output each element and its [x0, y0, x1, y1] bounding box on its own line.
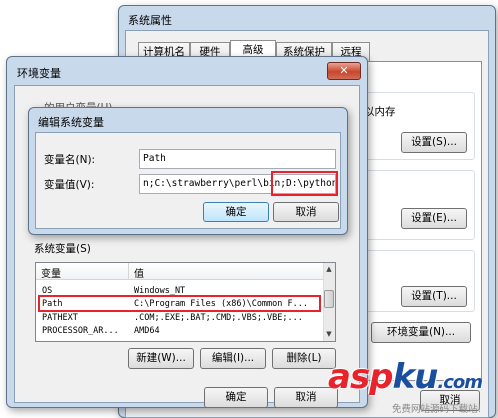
- startup-settings-button[interactable]: 设置(T)...: [401, 286, 467, 307]
- list-scrollbar-down-icon[interactable]: ▼: [324, 329, 334, 340]
- table-row-value[interactable]: AMD64: [134, 325, 322, 338]
- variable-value-label: 变量值(V):: [44, 179, 95, 191]
- watermark-logo: aspku.com: [328, 357, 483, 402]
- env-close-icon[interactable]: ✕: [327, 62, 361, 80]
- variable-name-field[interactable]: Path: [139, 149, 336, 169]
- list-header: [36, 263, 323, 280]
- system-properties-title: 系统属性: [128, 14, 172, 27]
- watermark-brand-com: .com: [437, 372, 483, 393]
- column-header-value[interactable]: 值: [134, 265, 144, 280]
- new-variable-button[interactable]: 新建(W)...: [128, 348, 194, 369]
- path-row-highlight: [38, 295, 321, 312]
- watermark-tagline: 免费网站源码下载站!: [392, 404, 482, 415]
- watermark-brand-asp: asp: [328, 357, 394, 397]
- table-row-name[interactable]: PROCESSOR_AR...: [42, 325, 126, 338]
- edit-variable-button[interactable]: 编辑(I)...: [200, 348, 266, 369]
- env-ok-button[interactable]: 确定: [204, 387, 268, 408]
- list-scrollbar-thumb[interactable]: [324, 290, 334, 308]
- column-divider: [128, 263, 129, 280]
- delete-variable-button[interactable]: 删除(L): [272, 348, 336, 369]
- table-row-value[interactable]: .COM;.EXE;.BAT;.CMD;.VBS;.VBE;...: [134, 312, 322, 325]
- table-row-name[interactable]: PATHEXT: [42, 312, 126, 325]
- memory-text: 以内存: [364, 106, 396, 118]
- performance-settings-button[interactable]: 设置(S)...: [401, 132, 467, 153]
- environment-variables-title: 环境变量: [17, 67, 61, 80]
- python-path-highlight: [271, 171, 338, 196]
- list-scrollbar-up-icon[interactable]: ▲: [324, 264, 334, 275]
- edit-ok-button[interactable]: 确定: [203, 202, 269, 222]
- edit-cancel-button[interactable]: 取消: [273, 202, 339, 222]
- environment-variables-button[interactable]: 环境变量(N)...: [371, 322, 471, 343]
- watermark-brand-ku: ku: [392, 357, 439, 397]
- edit-dialog-title: 编辑系统变量: [38, 116, 104, 129]
- system-variables-label: 系统变量(S): [34, 243, 91, 255]
- variable-name-label: 变量名(N):: [44, 154, 96, 166]
- user-profiles-settings-button[interactable]: 设置(E)...: [401, 208, 467, 229]
- column-header-variable[interactable]: 变量: [41, 265, 61, 280]
